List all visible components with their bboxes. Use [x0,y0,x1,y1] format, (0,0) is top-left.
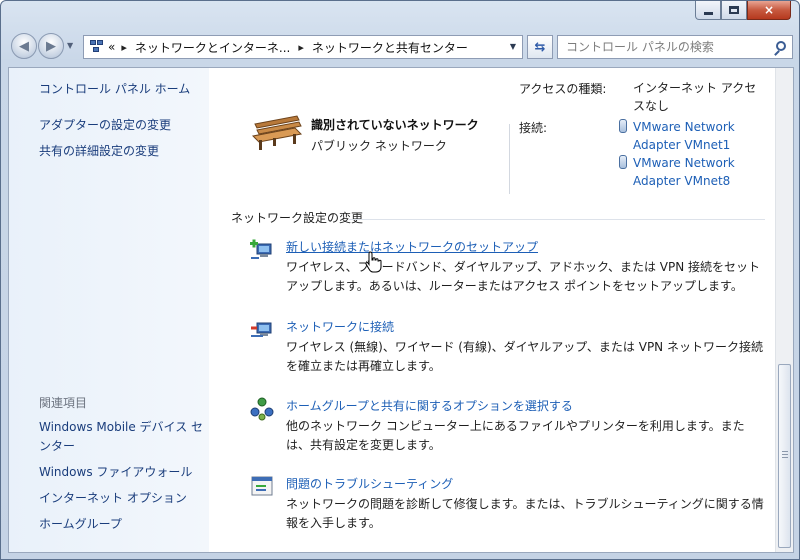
search-icon[interactable] [776,41,786,51]
minimize-button[interactable] [695,1,721,20]
maximize-button[interactable] [721,1,747,20]
sidebar-related-title: 関連項目 [39,396,88,410]
task-troubleshoot: 問題のトラブルシューティング ネットワークの問題を診断して修復します。または、ト… [249,475,779,535]
task-connect-network-desc: ワイヤレス (無線)、ワイヤード (有線)、ダイヤルアップ、または VPN ネッ… [286,340,763,373]
address-dropdown-icon[interactable]: ▼ [510,42,516,51]
search-input[interactable] [566,40,766,54]
window-frame: × ◀ ▶ ▼ « ▸ ネットワークとインターネ... ▸ ネットワークと共有セ… [0,0,800,560]
refresh-button[interactable]: ⇆ [527,35,553,59]
access-type-value: インターネット アクセスなし [633,81,757,113]
task-setup-connection: 新しい接続またはネットワークのセットアップ ワイヤレス、ブロードバンド、ダイヤル… [249,238,779,298]
sidebar-internet-options[interactable]: インターネット オプション [39,489,187,508]
sidebar-windows-mobile-device-center[interactable]: Windows Mobile デバイス センター [39,418,209,456]
caption-buttons: × [695,1,791,21]
homegroup-icon[interactable] [249,397,275,421]
sidebar-homegroup[interactable]: ホームグループ [39,515,122,534]
breadcrumb-separator-icon[interactable]: ▸ [121,41,127,54]
close-icon: × [763,3,775,17]
sidebar-windows-firewall[interactable]: Windows ファイアウォール [39,463,192,482]
task-homegroup-sharing-desc: 他のネットワーク コンピューター上にあるファイルやプリンターを利用します。または… [286,419,745,452]
breadcrumb-overflow[interactable]: « [108,40,115,54]
connection-vmnet8-link[interactable]: VMware Network Adapter VMnet8 [633,154,753,190]
breadcrumb-network-internet[interactable]: ネットワークとインターネ... [135,39,290,56]
address-bar[interactable]: « ▸ ネットワークとインターネ... ▸ ネットワークと共有センター ▼ [83,35,523,59]
back-arrow-icon: ◀ [19,38,29,54]
section-title: ネットワーク設定の変更 [231,211,364,225]
breadcrumb-separator-icon[interactable]: ▸ [298,41,304,54]
search-box[interactable] [557,35,793,59]
network-divider [509,124,510,194]
vertical-scrollbar[interactable] [775,68,793,552]
breadcrumb-network-sharing-center[interactable]: ネットワークと共有センター [312,39,468,56]
network-type[interactable]: パブリック ネットワーク [311,137,447,154]
connection-vmnet1-link[interactable]: VMware Network Adapter VMnet1 [633,118,753,154]
troubleshoot-icon[interactable] [249,475,275,499]
navigation-bar: ◀ ▶ ▼ « ▸ ネットワークとインターネ... ▸ ネットワークと共有センタ… [9,31,793,61]
network-setup-icon[interactable] [249,238,275,262]
task-connect-network-link[interactable]: ネットワークに接続 [286,318,394,335]
section-divider [349,219,765,220]
task-setup-connection-desc: ワイヤレス、ブロードバンド、ダイヤルアップ、アドホック、または VPN 接続をセ… [286,260,761,293]
network-name: 識別されていないネットワーク [311,118,479,132]
access-type-label: アクセスの種類: [519,82,607,96]
sidebar: コントロール パネル ホーム アダプターの設定の変更 共有の詳細設定の変更 関連… [9,68,209,552]
content-area: コントロール パネル ホーム アダプターの設定の変更 共有の詳細設定の変更 関連… [8,67,794,553]
network-connect-icon[interactable] [249,318,275,342]
back-button[interactable]: ◀ [11,33,37,59]
sidebar-control-panel-home[interactable]: コントロール パネル ホーム [39,80,190,99]
task-troubleshoot-desc: ネットワークの問題を診断して修復します。または、トラブルシューティングに関する情… [286,497,764,530]
maximize-icon [729,6,739,14]
task-connect-network: ネットワークに接続 ワイヤレス (無線)、ワイヤード (有線)、ダイヤルアップ、… [249,318,779,378]
forward-button[interactable]: ▶ [38,33,64,59]
minimize-icon [703,11,713,15]
forward-arrow-icon: ▶ [46,38,56,54]
task-troubleshoot-link[interactable]: 問題のトラブルシューティング [286,475,453,492]
connections-label: 接続: [519,121,548,135]
task-homegroup-sharing: ホームグループと共有に関するオプションを選択する 他のネットワーク コンピュータ… [249,397,779,457]
recent-pages-dropdown[interactable]: ▼ [67,41,73,50]
network-adapter-icon [619,119,627,133]
close-button[interactable]: × [747,1,791,20]
network-adapter-icon [619,155,627,169]
refresh-icon: ⇆ [534,39,546,55]
hand-cursor-icon [365,251,382,273]
sidebar-change-adapter-settings[interactable]: アダプターの設定の変更 [39,116,171,135]
network-icon [90,40,104,54]
task-setup-connection-link[interactable]: 新しい接続またはネットワークのセットアップ [286,238,538,255]
scrollbar-thumb[interactable] [778,364,791,548]
task-homegroup-sharing-link[interactable]: ホームグループと共有に関するオプションを選択する [286,397,573,414]
main-panel: 識別されていないネットワーク パブリック ネットワーク アクセスの種類: インタ… [209,68,775,552]
park-bench-icon [251,115,303,150]
sidebar-change-advanced-sharing[interactable]: 共有の詳細設定の変更 [39,142,159,161]
